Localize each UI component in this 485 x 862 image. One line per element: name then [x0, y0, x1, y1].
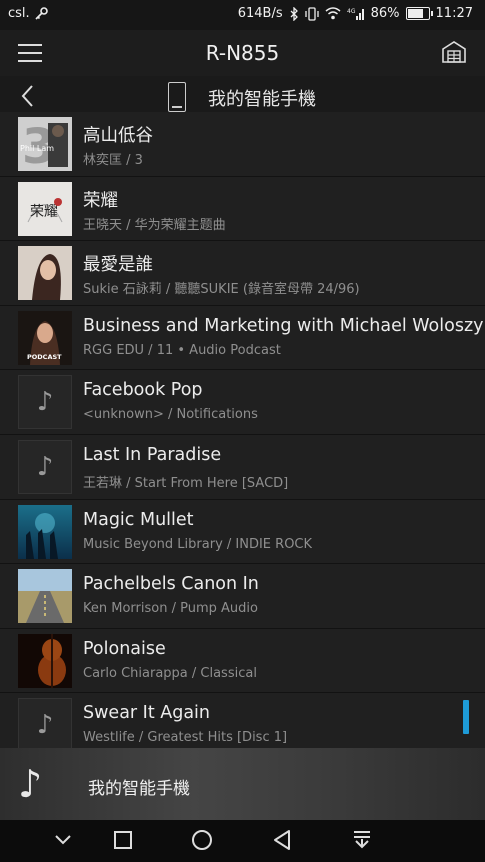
now-playing-title: 我的智能手機 — [88, 779, 190, 799]
triangle-back-icon[interactable] — [272, 829, 292, 851]
track-title: Facebook Pop — [83, 380, 203, 401]
track-row[interactable]: Magic Mullet Music Beyond Library / INDI… — [0, 499, 485, 565]
music-note-icon: ♪ — [18, 762, 43, 806]
pull-down-icon[interactable] — [352, 829, 372, 851]
square-recents-icon[interactable] — [113, 830, 133, 850]
track-subtitle: 王若琳 / Start From Here [SACD] — [83, 475, 289, 491]
vibrate-icon — [304, 6, 319, 21]
track-title: Magic Mullet — [83, 509, 194, 530]
network-speed: 614B/s — [237, 6, 283, 21]
track-subtitle: Ken Morrison / Pump Audio — [83, 601, 258, 617]
track-title: Polonaise — [83, 638, 166, 659]
track-subtitle: Westlife / Greatest Hits [Disc 1] — [83, 730, 288, 746]
art-podcast-label: PODCAST — [27, 353, 62, 361]
clock: 11:27 — [435, 6, 473, 21]
album-art: 3 Phil Lam — [18, 117, 72, 171]
track-title: Swear It Again — [83, 703, 211, 724]
app-bar: R-N855 — [0, 30, 485, 76]
wifi-icon — [325, 7, 341, 20]
track-row[interactable]: ♪ Last In Paradise 王若琳 / Start From Here… — [0, 434, 485, 500]
key-icon — [35, 6, 48, 20]
album-art — [18, 246, 72, 301]
track-title: Business and Marketing with Michael Wolo… — [83, 315, 483, 336]
bluetooth-icon — [290, 6, 298, 21]
track-list: 3 Phil Lam 高山低谷 林奕匡 / 3 荣耀 荣耀 王晓天 / 华为荣耀主… — [0, 112, 485, 748]
track-row[interactable]: Pachelbels Canon In Ken Morrison / Pump … — [0, 564, 485, 629]
track-title: 高山低谷 — [83, 126, 153, 146]
music-note-icon: ♪ — [18, 698, 72, 748]
track-row[interactable]: 荣耀 荣耀 王晓天 / 华为荣耀主题曲 — [0, 176, 485, 242]
track-title: Pachelbels Canon In — [83, 574, 259, 595]
album-art: 荣耀 — [18, 181, 72, 236]
app-title: R-N855 — [205, 41, 280, 65]
track-subtitle: 林奕匡 / 3 — [83, 153, 143, 168]
source-title: 我的智能手機 — [208, 89, 316, 110]
chevron-left-icon[interactable] — [20, 84, 36, 108]
status-bar: csl. 614B/s 4G 86% 11:27 — [0, 0, 485, 30]
album-art — [18, 504, 72, 559]
track-row[interactable]: PODCAST Business and Marketing with Mich… — [0, 305, 485, 371]
track-subtitle: Sukie 石詠莉 / 聽聽SUKIE (錄音室母帶 24/96) — [83, 282, 360, 298]
track-row[interactable]: Polonaise Carlo Chiarappa / Classical — [0, 628, 485, 694]
music-note-icon: ♪ — [18, 439, 72, 494]
smartphone-icon — [168, 82, 186, 112]
battery-percent: 86% — [370, 6, 400, 21]
track-row[interactable]: ♪ Facebook Pop <unknown> / Notifications — [0, 370, 485, 435]
circle-home-icon[interactable] — [191, 829, 213, 851]
track-row[interactable]: 3 Phil Lam 高山低谷 林奕匡 / 3 — [0, 112, 485, 177]
now-playing-bar[interactable]: ♪ 我的智能手機 — [0, 748, 485, 820]
track-subtitle: Music Beyond Library / INDIE ROCK — [83, 536, 313, 552]
system-nav-bar — [0, 820, 485, 862]
scroll-indicator[interactable] — [463, 700, 469, 734]
carrier-label: csl. — [8, 6, 30, 21]
album-art — [18, 569, 72, 624]
track-subtitle: <unknown> / Notifications — [83, 407, 258, 423]
signal-icon: 4G — [347, 8, 364, 20]
svg-text:4G: 4G — [347, 8, 356, 15]
track-subtitle: Carlo Chiarappa / Classical — [83, 665, 257, 681]
chevron-down-icon[interactable] — [54, 834, 72, 846]
art-artist-label: Phil Lam — [20, 144, 54, 153]
battery-fill — [407, 9, 423, 18]
album-art: PODCAST — [18, 310, 72, 365]
source-header: 我的智能手機 — [0, 76, 485, 116]
battery-icon — [405, 7, 433, 20]
track-row[interactable]: ♪ Swear It Again Westlife / Greatest Hit… — [0, 693, 485, 748]
album-art — [18, 633, 72, 688]
house-icon[interactable] — [441, 40, 467, 64]
track-title: 最愛是誰 — [83, 255, 153, 276]
track-row[interactable]: 最愛是誰 Sukie 石詠莉 / 聽聽SUKIE (錄音室母帶 24/96) — [0, 241, 485, 306]
track-title: Last In Paradise — [83, 444, 222, 465]
track-title: 荣耀 — [83, 190, 118, 211]
track-subtitle: 王晓天 / 华为荣耀主题曲 — [83, 217, 226, 233]
music-note-icon: ♪ — [18, 375, 72, 430]
track-subtitle: RGG EDU / 11 • Audio Podcast — [83, 342, 281, 358]
art-title-label: 荣耀 — [30, 204, 58, 220]
